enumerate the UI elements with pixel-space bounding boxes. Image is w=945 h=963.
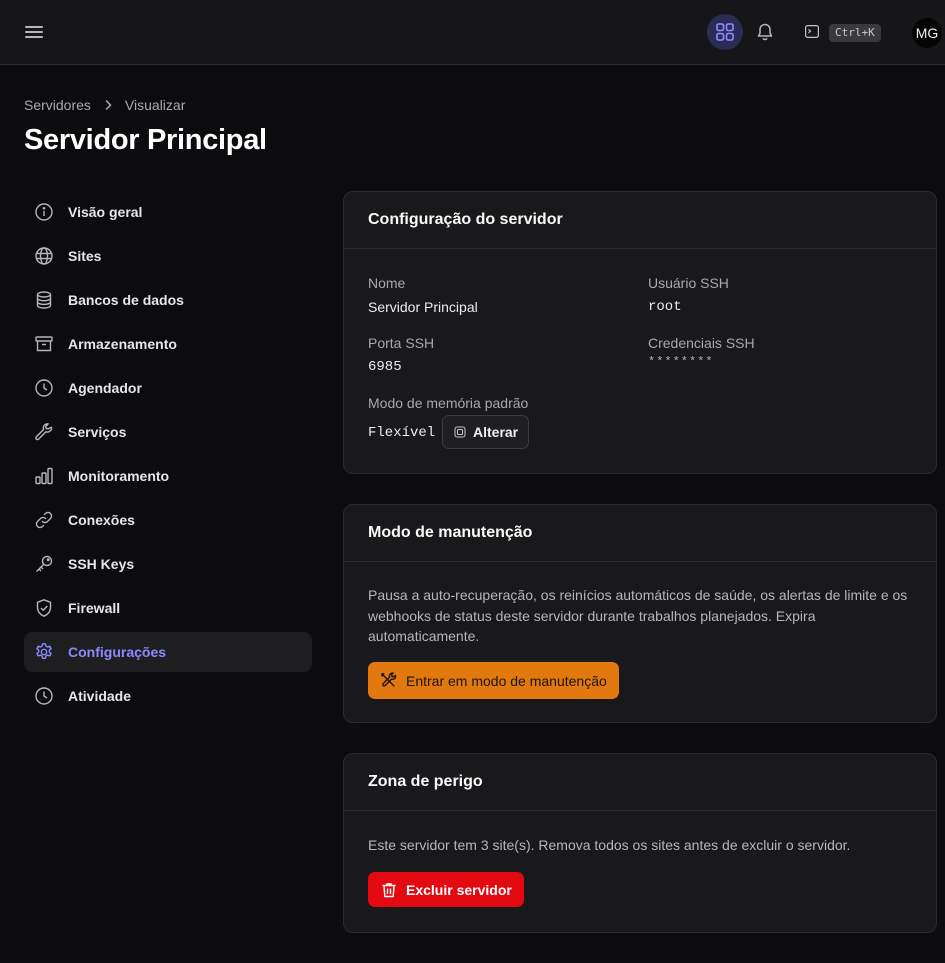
- top-bar: Ctrl+K MG: [0, 0, 945, 65]
- sidebar-item-armazenamento[interactable]: Armazenamento: [24, 324, 312, 364]
- sidebar-item-label: Conexões: [68, 512, 135, 528]
- bell-icon: [757, 23, 773, 41]
- page-title: Servidor Principal: [24, 124, 267, 156]
- change-memory-mode-button[interactable]: Alterar: [442, 415, 530, 449]
- clock-icon: [33, 685, 55, 707]
- maintenance-title: Modo de manutenção: [344, 505, 936, 562]
- server-config-title: Configuração do servidor: [344, 192, 936, 249]
- sidebar-item-label: Monitoramento: [68, 468, 170, 484]
- sidebar-item-label: Armazenamento: [68, 336, 177, 352]
- breadcrumb: Servidores Visualizar: [24, 97, 185, 113]
- ssh-user-value: root: [648, 299, 682, 315]
- info-icon: [33, 201, 55, 223]
- chip-icon: [454, 426, 466, 438]
- enter-maintenance-button[interactable]: Entrar em modo de manutenção: [368, 662, 619, 699]
- sidebar-item-visao-geral[interactable]: Visão geral: [24, 192, 312, 232]
- ssh-user-label: Usuário SSH: [648, 275, 729, 291]
- terminal-icon: [805, 25, 819, 38]
- delete-server-label: Excluir servidor: [406, 881, 512, 898]
- trash-icon: [380, 881, 398, 899]
- delete-server-button[interactable]: Excluir servidor: [368, 872, 524, 907]
- sidebar-item-label: Configurações: [68, 644, 167, 660]
- tools-icon: [380, 671, 398, 690]
- command-palette-shortcut[interactable]: Ctrl+K: [829, 24, 881, 42]
- sidebar-nav: Visão geral Sites Bancos de dados Armaze…: [24, 192, 312, 720]
- name-value: Servidor Principal: [368, 299, 478, 315]
- shield-icon: [33, 597, 55, 619]
- danger-zone-title: Zona de perigo: [344, 754, 936, 811]
- breadcrumb-current: Visualizar: [124, 97, 186, 113]
- link-icon: [33, 509, 55, 531]
- menu-icon[interactable]: [22, 20, 46, 44]
- ssh-port-label: Porta SSH: [368, 335, 435, 351]
- maintenance-description: Pausa a auto-recuperação, os reinícios a…: [368, 587, 908, 644]
- sidebar-item-ssh-keys[interactable]: SSH Keys: [24, 544, 312, 584]
- sidebar-item-firewall[interactable]: Firewall: [24, 588, 312, 628]
- clock-icon: [33, 377, 55, 399]
- ssh-credentials-label: Credenciais SSH: [648, 335, 755, 351]
- sidebar-item-label: Firewall: [68, 600, 121, 616]
- sidebar-item-configuracoes[interactable]: Configurações: [24, 632, 312, 672]
- sidebar-item-monitoramento[interactable]: Monitoramento: [24, 456, 312, 496]
- sidebar-item-bancos-de-dados[interactable]: Bancos de dados: [24, 280, 312, 320]
- sidebar-item-label: Atividade: [68, 688, 132, 704]
- sidebar-item-label: SSH Keys: [68, 556, 135, 572]
- avatar[interactable]: MG: [912, 18, 942, 48]
- notifications-button[interactable]: [752, 19, 778, 45]
- sidebar-item-servicos[interactable]: Serviços: [24, 412, 312, 452]
- gear-icon: [33, 641, 55, 663]
- memory-mode-label: Modo de memória padrão: [368, 395, 529, 411]
- sidebar-item-atividade[interactable]: Atividade: [24, 676, 312, 716]
- breadcrumb-servidores-link[interactable]: Servidores: [24, 97, 91, 113]
- sidebar-item-conexoes[interactable]: Conexões: [24, 500, 312, 540]
- wrench-icon: [33, 421, 55, 443]
- ssh-credentials-value: ********: [648, 355, 714, 369]
- sidebar-item-label: Bancos de dados: [68, 292, 184, 308]
- danger-zone-description: Este servidor tem 3 site(s). Remova todo…: [368, 837, 851, 853]
- bar-chart-icon: [33, 465, 55, 487]
- globe-icon: [33, 245, 55, 267]
- chevron-right-icon: [103, 99, 113, 111]
- key-icon: [33, 553, 55, 575]
- database-icon: [33, 289, 55, 311]
- name-label: Nome: [368, 275, 406, 291]
- sidebar-item-label: Agendador: [68, 380, 142, 396]
- memory-mode-value: Flexível: [368, 425, 436, 441]
- sidebar-item-label: Sites: [68, 248, 102, 264]
- sidebar-item-label: Serviços: [68, 424, 127, 440]
- sidebar-item-label: Visão geral: [68, 204, 143, 220]
- grid-icon: [716, 23, 734, 41]
- danger-zone-card: Zona de perigo Este servidor tem 3 site(…: [343, 753, 937, 933]
- server-config-card: Configuração do servidor Nome Servidor P…: [343, 191, 937, 474]
- apps-button[interactable]: [707, 14, 743, 50]
- archive-icon: [33, 333, 55, 355]
- enter-maintenance-label: Entrar em modo de manutenção: [406, 672, 607, 689]
- sidebar-item-sites[interactable]: Sites: [24, 236, 312, 276]
- change-button-label: Alterar: [473, 424, 519, 440]
- sidebar-item-agendador[interactable]: Agendador: [24, 368, 312, 408]
- ssh-port-value: 6985: [368, 359, 402, 375]
- maintenance-card: Modo de manutenção Pausa a auto-recupera…: [343, 504, 937, 723]
